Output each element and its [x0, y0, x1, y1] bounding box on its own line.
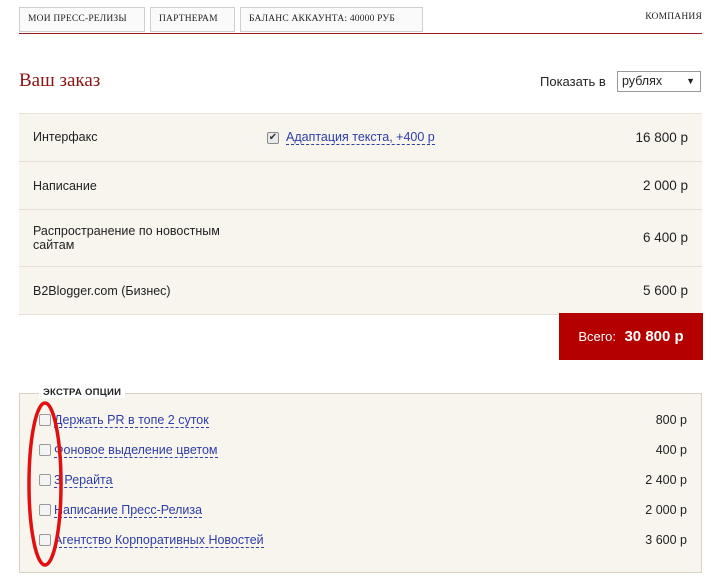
order-row: Распространение по новостным сайтам 6 40…	[19, 210, 702, 267]
extra-option-link[interactable]: Фоновое выделение цветом	[54, 443, 218, 458]
currency-label: Показать в	[540, 74, 606, 89]
extra-option-row: Агентство Корпоративных Новостей 3 600 р	[20, 528, 701, 558]
order-row: Написание 2 000 р	[19, 162, 702, 210]
extra-option-checkbox[interactable]	[39, 504, 51, 516]
nav-divider	[19, 33, 702, 34]
currency-select[interactable]: рублях ▼	[617, 71, 701, 92]
extra-options-panel: ЭКСТРА ОПЦИИ Держать PR в топе 2 суток 8…	[19, 387, 702, 573]
extra-option-checkbox[interactable]	[39, 474, 51, 486]
order-item-name: Распространение по новостным сайтам	[33, 224, 220, 252]
nav-account-balance[interactable]: БАЛАНС АККАУНТА: 40000 РУБ	[240, 7, 423, 32]
addon-checkbox[interactable]: ✔	[267, 131, 279, 144]
extra-option-row: Фоновое выделение цветом 400 р	[20, 438, 701, 468]
chevron-down-icon: ▼	[686, 76, 695, 86]
extra-option-price: 2 000 р	[645, 503, 687, 517]
extra-option-link[interactable]: Агентство Корпоративных Новостей	[54, 533, 264, 548]
order-item-name: B2Blogger.com (Бизнес)	[33, 284, 171, 298]
extra-option-price: 800 р	[655, 413, 687, 427]
extras-title: ЭКСТРА ОПЦИИ	[39, 387, 126, 398]
extra-option-row: Держать PR в топе 2 суток 800 р	[20, 408, 701, 438]
total-value: 30 800 р	[624, 328, 684, 345]
extra-option-link[interactable]: 3 Рерайта	[54, 473, 113, 488]
extra-option-link[interactable]: Написание Пресс-Релиза	[54, 503, 203, 518]
order-item-name: Написание	[33, 179, 97, 193]
extra-option-row: Написание Пресс-Релиза 2 000 р	[20, 498, 701, 528]
extra-option-checkbox[interactable]	[39, 444, 51, 456]
nav-partners[interactable]: ПАРТНЕРАМ	[150, 7, 235, 32]
total-label: Всего:	[578, 329, 617, 344]
page-title: Ваш заказ	[19, 70, 101, 91]
nav-my-press-releases[interactable]: МОИ ПРЕСС-РЕЛИЗЫ	[19, 7, 145, 32]
order-item-price: 5 600 р	[642, 283, 688, 298]
order-item-price: 2 000 р	[642, 178, 688, 193]
extra-option-price: 3 600 р	[645, 533, 687, 547]
order-row: Интерфакс ✔ Адаптация текста, +400 р 16 …	[19, 114, 702, 162]
order-total: Всего: 30 800 р	[559, 313, 703, 360]
order-item-price: 16 800 р	[635, 130, 688, 145]
extra-option-checkbox[interactable]	[39, 534, 51, 546]
extra-option-link[interactable]: Держать PR в топе 2 суток	[54, 413, 209, 428]
extra-option-checkbox[interactable]	[39, 414, 51, 426]
order-row: B2Blogger.com (Бизнес) 5 600 р	[19, 267, 702, 315]
addon-option: ✔ Адаптация текста, +400 р	[267, 130, 435, 145]
extra-option-price: 2 400 р	[645, 473, 687, 487]
addon-link[interactable]: Адаптация текста, +400 р	[286, 130, 435, 145]
top-nav: МОИ ПРЕСС-РЕЛИЗЫ ПАРТНЕРАМ БАЛАНС АККАУН…	[19, 7, 423, 32]
order-table: Интерфакс ✔ Адаптация текста, +400 р 16 …	[19, 113, 702, 315]
extra-option-row: 3 Рерайта 2 400 р	[20, 468, 701, 498]
order-item-price: 6 400 р	[642, 230, 688, 245]
currency-select-value: рублях	[622, 74, 663, 88]
order-item-name: Интерфакс	[33, 130, 98, 144]
extra-option-price: 400 р	[655, 443, 687, 457]
nav-company[interactable]: КОМПАНИЯ	[645, 12, 702, 22]
